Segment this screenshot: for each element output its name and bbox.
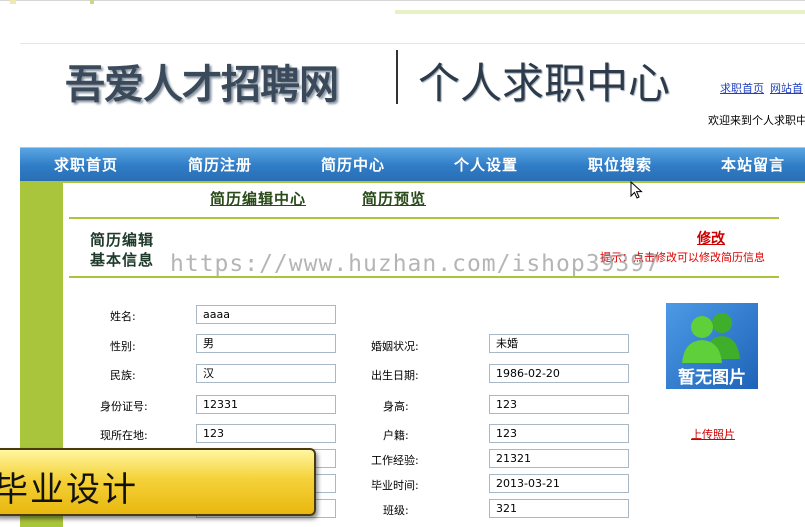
location-label: 现所在地: (100, 429, 148, 442)
birthdate-field[interactable]: 1986-02-20 (489, 364, 629, 383)
nav-guestbook[interactable]: 本站留言 (721, 154, 785, 175)
ethnicity-label: 民族: (110, 369, 136, 382)
promo-text: 毕业设计 (0, 470, 138, 510)
welcome-text: 欢迎来到个人求职中 (708, 114, 805, 127)
ethnicity-field[interactable]: 汉 (196, 364, 336, 383)
hukou-field[interactable]: 123 (489, 424, 629, 443)
rule-bottom (69, 276, 779, 278)
section-heading-basic: 基本信息 (90, 251, 155, 269)
rule-top (69, 217, 779, 219)
gender-label: 性别: (110, 340, 136, 353)
name-field[interactable]: aaaa (196, 305, 336, 324)
header-link-site-home[interactable]: 网站首 (770, 82, 803, 95)
main-nav: 求职首页 简历注册 简历中心 个人设置 职位搜索 本站留言 (20, 147, 805, 182)
name-label: 姓名: (110, 310, 136, 323)
nav-personal-settings[interactable]: 个人设置 (454, 154, 518, 175)
class-field[interactable]: 321 (489, 499, 629, 518)
graduation-label: 毕业时间: (371, 479, 419, 492)
photo-placeholder: 暂无图片 (666, 303, 758, 389)
marital-field[interactable]: 未婚 (489, 334, 629, 353)
graduation-field[interactable]: 2013-03-21 (489, 474, 629, 493)
height-field[interactable]: 123 (489, 395, 629, 414)
no-photo-text: 暂无图片 (678, 368, 746, 388)
tab-resume-preview[interactable]: 简历预览 (362, 188, 426, 209)
people-icon (682, 313, 740, 363)
nav-resume-register[interactable]: 简历注册 (188, 154, 252, 175)
nav-job-home[interactable]: 求职首页 (54, 154, 118, 175)
birthdate-label: 出生日期: (371, 369, 419, 382)
class-label: 班级: (383, 504, 409, 517)
promo-overlay: 毕业设计 (0, 448, 316, 516)
title-divider (396, 50, 398, 104)
watermark: https://www.huzhan.com/ishop39397 (170, 251, 660, 277)
nav-resume-center[interactable]: 简历中心 (321, 154, 385, 175)
location-field[interactable]: 123 (196, 424, 336, 443)
top-strip (0, 0, 805, 22)
header-links: 求职首页 网站首 (720, 80, 805, 96)
site-title: 吾爱人才招聘网 (65, 62, 339, 108)
edit-link[interactable]: 修改 (697, 228, 725, 248)
header-link-job-home[interactable]: 求职首页 (720, 82, 764, 95)
hukou-label: 户籍: (383, 429, 409, 442)
height-label: 身高: (383, 400, 409, 413)
upload-photo-link[interactable]: 上传照片 (691, 426, 735, 442)
section-title: 个人求职中心 (418, 59, 671, 108)
marital-label: 婚姻状况: (371, 340, 419, 353)
gender-field[interactable]: 男 (196, 334, 336, 353)
tab-resume-edit-center[interactable]: 简历编辑中心 (210, 188, 306, 209)
experience-label: 工作经验: (371, 454, 419, 467)
idcard-label: 身份证号: (100, 400, 148, 413)
nav-job-search[interactable]: 职位搜索 (588, 154, 652, 175)
idcard-field[interactable]: 12331 (196, 395, 336, 414)
section-heading-edit: 简历编辑 (90, 231, 155, 249)
header-banner: 吾爱人才招聘网 个人求职中心 求职首页 网站首 欢迎来到个人求职中 (20, 43, 805, 148)
mouse-cursor-icon (630, 181, 643, 199)
experience-field[interactable]: 21321 (489, 449, 629, 468)
